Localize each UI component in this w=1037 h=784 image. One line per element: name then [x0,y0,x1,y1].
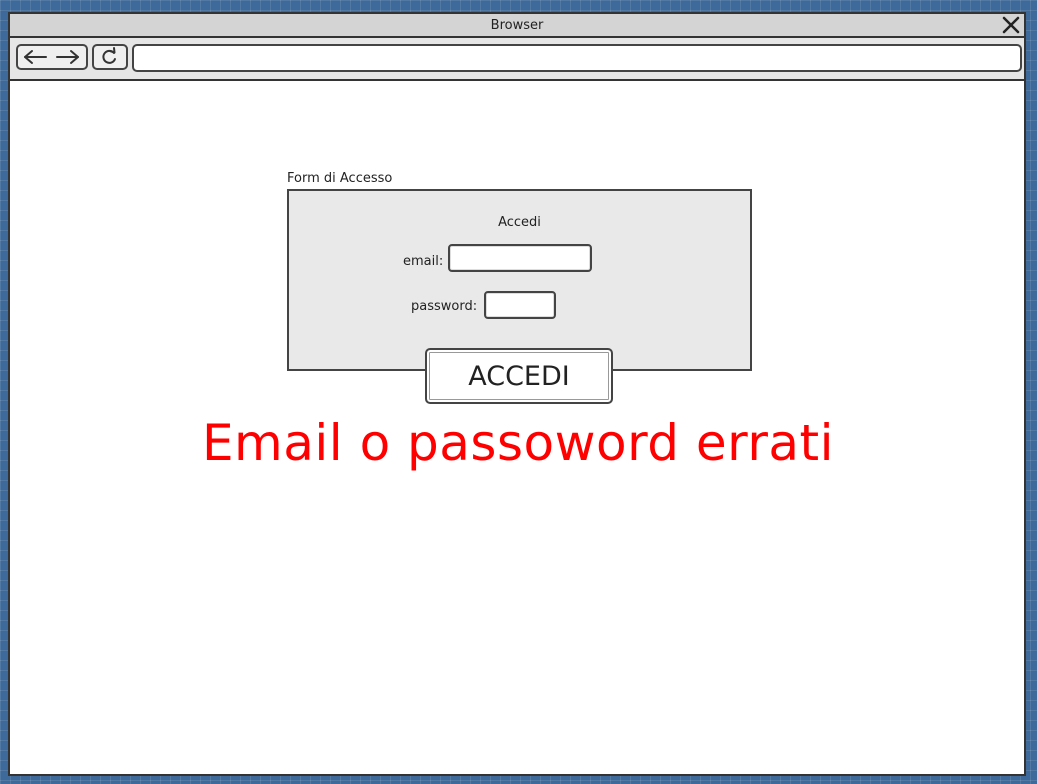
password-field[interactable] [484,291,556,319]
error-message: Email o passoword errati [201,414,835,472]
forward-button[interactable] [53,47,83,67]
email-label: email: [403,254,444,269]
arrow-right-icon [56,50,79,64]
close-button[interactable] [1000,15,1022,35]
page-content: Form di Accesso Accedi email: password: … [10,81,1024,774]
form-legend: Form di Accesso [287,171,393,186]
email-field[interactable] [448,244,592,272]
browser-window: Browser Form di Accesso Accedi email: pa… [8,12,1026,776]
form-heading: Accedi [498,215,541,230]
reload-button[interactable] [92,44,128,70]
password-label: password: [411,299,478,314]
address-bar[interactable] [132,44,1022,72]
browser-toolbar [10,38,1024,81]
title-bar: Browser [10,14,1024,38]
login-form: Accedi email: password: [287,189,752,371]
arrow-left-icon [24,50,47,64]
back-forward-buttons [16,44,88,70]
reload-icon [102,47,116,64]
window-title: Browser [490,18,544,33]
login-button[interactable]: ACCEDI [425,348,613,404]
back-button[interactable] [20,47,50,67]
close-icon [1002,16,1020,34]
